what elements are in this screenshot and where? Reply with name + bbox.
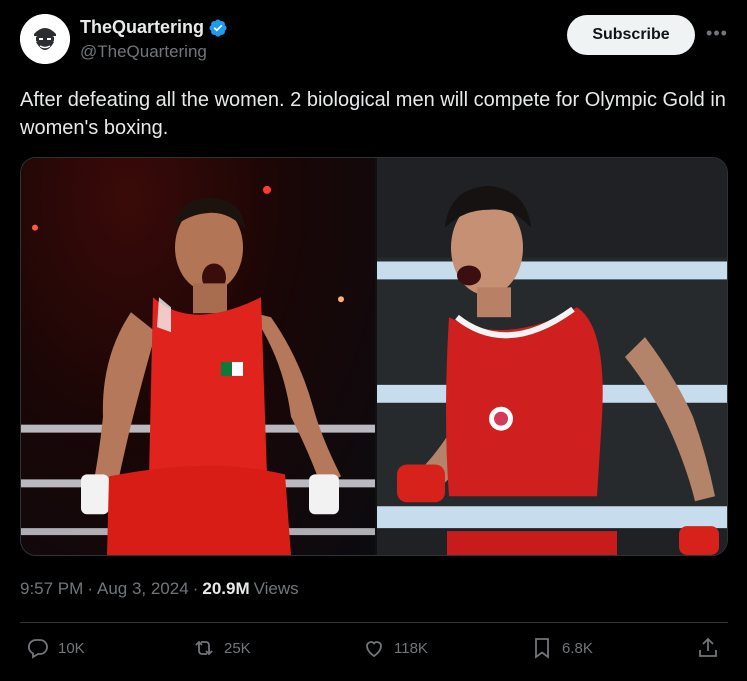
reply-icon: [27, 639, 48, 659]
tweet-text: After defeating all the women. 2 biologi…: [20, 89, 726, 139]
more-icon[interactable]: •••: [704, 20, 730, 46]
reply-count: 10K: [58, 639, 85, 657]
bookmark-icon: [535, 638, 549, 659]
views-count: 20.9M: [202, 579, 250, 598]
share-icon: [699, 637, 717, 657]
author-name-row[interactable]: TheQuartering: [80, 17, 228, 38]
subscribe-button[interactable]: Subscribe: [567, 15, 695, 55]
views-label: Views: [253, 579, 299, 598]
like-count: 118K: [394, 639, 428, 657]
bookmark-count: 6.8K: [562, 639, 593, 657]
media-photo-right[interactable]: [377, 158, 727, 555]
action-bar: 10K 25K 118K 6.8K: [20, 636, 728, 668]
tweet-media[interactable]: [20, 157, 728, 556]
author-handle[interactable]: @TheQuartering: [80, 42, 207, 62]
meta-separator: ·: [192, 579, 199, 598]
repost-button[interactable]: 25K: [192, 636, 251, 660]
boxer-right-image: [377, 158, 727, 555]
bookmark-button[interactable]: 6.8K: [530, 636, 593, 660]
repost-icon: [195, 640, 213, 656]
share-button[interactable]: [696, 636, 720, 660]
avatar[interactable]: [20, 14, 70, 64]
reply-button[interactable]: 10K: [26, 636, 85, 660]
repost-count: 25K: [224, 639, 251, 657]
tweet-time[interactable]: 9:57 PM: [20, 579, 83, 599]
like-icon: [366, 641, 382, 658]
divider: [20, 622, 728, 623]
verified-badge-icon: [209, 18, 227, 37]
tweet-date[interactable]: Aug 3, 2024: [97, 579, 189, 599]
avatar-image: [20, 14, 70, 64]
like-button[interactable]: 118K: [362, 636, 428, 660]
meta-separator: ·: [87, 579, 93, 598]
tweet-meta: 9:57 PM · Aug 3, 2024 · 20.9M Views: [20, 579, 299, 599]
author-display-name[interactable]: TheQuartering: [80, 17, 204, 38]
media-photo-left[interactable]: [21, 158, 375, 555]
boxer-left-image: [21, 185, 375, 555]
